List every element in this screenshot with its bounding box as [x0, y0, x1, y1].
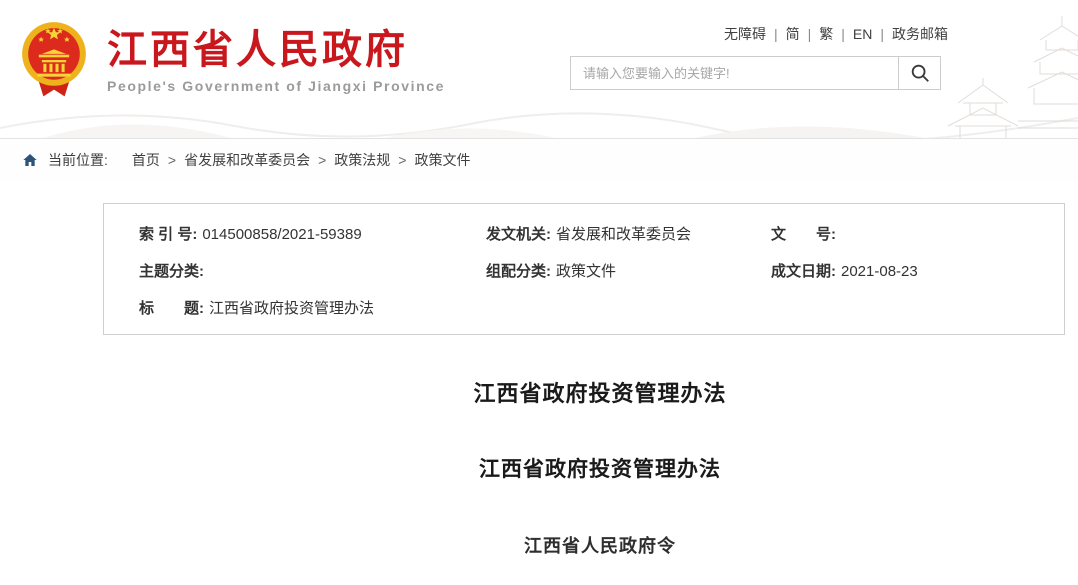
site-header: 江西省人民政府 People's Government of Jiangxi P…	[0, 0, 1078, 139]
breadcrumb-item-department[interactable]: 省发展和改革委员会	[184, 150, 310, 170]
decree-number: 第251号	[122, 580, 1078, 585]
meta-label: 文 号:	[771, 225, 836, 245]
meta-field-group-category: 组配分类: 政策文件	[486, 262, 771, 282]
meta-value: 2021-08-23	[841, 262, 918, 282]
link-separator: |	[774, 26, 778, 42]
site-brand-text: 江西省人民政府 People's Government of Jiangxi P…	[107, 27, 445, 94]
breadcrumb: 当前位置: 首页 > 省发展和改革委员会 > 政策法规 > 政策文件	[0, 139, 1078, 181]
meta-row: 标 题: 江西省政府投资管理办法	[139, 299, 1044, 319]
document-body: 江西省政府投资管理办法 江西省政府投资管理办法 江西省人民政府令 第251号	[122, 376, 1078, 585]
meta-field-document-number: 文 号:	[771, 225, 1044, 245]
meta-field-index-number: 索 引 号: 014500858/2021-59389	[139, 225, 486, 245]
meta-label: 发文机关:	[486, 225, 551, 245]
breadcrumb-label: 当前位置:	[48, 150, 108, 170]
home-icon[interactable]	[22, 152, 38, 168]
breadcrumb-item-home[interactable]: 首页	[132, 150, 160, 170]
top-link-gov-mail[interactable]: 政务邮箱	[892, 24, 948, 44]
document-meta-box: 索 引 号: 014500858/2021-59389 发文机关: 省发展和改革…	[103, 203, 1065, 335]
search-bar	[570, 56, 941, 90]
link-separator: |	[808, 26, 812, 42]
pagoda-sketch-icon	[930, 16, 1078, 139]
site-brand[interactable]: 江西省人民政府 People's Government of Jiangxi P…	[16, 16, 445, 104]
meta-label: 主题分类:	[139, 262, 204, 282]
top-utility-nav: 无障碍 | 简 | 繁 | EN | 政务邮箱	[724, 24, 948, 44]
meta-field-title: 标 题: 江西省政府投资管理办法	[139, 299, 374, 319]
search-input[interactable]	[571, 57, 898, 89]
top-link-english[interactable]: EN	[853, 26, 872, 42]
decree-title: 江西省人民政府令	[122, 532, 1078, 558]
meta-row: 索 引 号: 014500858/2021-59389 发文机关: 省发展和改革…	[139, 225, 1044, 245]
meta-field-theme-category: 主题分类:	[139, 262, 486, 282]
meta-value: 政策文件	[556, 262, 616, 282]
search-icon	[909, 62, 931, 84]
meta-field-issue-date: 成文日期: 2021-08-23	[771, 262, 1044, 282]
breadcrumb-separator: >	[398, 152, 406, 168]
top-link-simplified[interactable]: 简	[786, 24, 800, 44]
meta-row: 主题分类: 组配分类: 政策文件 成文日期: 2021-08-23	[139, 262, 1044, 282]
link-separator: |	[841, 26, 845, 42]
meta-value: 省发展和改革委员会	[556, 225, 691, 245]
breadcrumb-separator: >	[168, 152, 176, 168]
breadcrumb-separator: >	[318, 152, 326, 168]
meta-field-issuing-agency: 发文机关: 省发展和改革委员会	[486, 225, 771, 245]
top-link-traditional[interactable]: 繁	[819, 24, 833, 44]
document-title-repeat: 江西省政府投资管理办法	[122, 453, 1078, 483]
breadcrumb-item-policy-docs[interactable]: 政策文件	[414, 150, 470, 170]
search-button[interactable]	[898, 57, 940, 89]
page: 江西省人民政府 People's Government of Jiangxi P…	[0, 0, 1078, 585]
top-link-accessibility[interactable]: 无障碍	[724, 24, 766, 44]
link-separator: |	[880, 26, 884, 42]
meta-value: 014500858/2021-59389	[202, 225, 361, 245]
document-title: 江西省政府投资管理办法	[122, 376, 1078, 408]
national-emblem-icon	[16, 16, 92, 104]
meta-label: 成文日期:	[771, 262, 836, 282]
breadcrumb-item-policies[interactable]: 政策法规	[334, 150, 390, 170]
site-title: 江西省人民政府	[107, 27, 445, 73]
site-subtitle: People's Government of Jiangxi Province	[107, 78, 445, 94]
meta-value: 江西省政府投资管理办法	[209, 299, 374, 319]
meta-label: 标 题:	[139, 299, 204, 319]
meta-label: 组配分类:	[486, 262, 551, 282]
meta-label: 索 引 号:	[139, 225, 197, 245]
